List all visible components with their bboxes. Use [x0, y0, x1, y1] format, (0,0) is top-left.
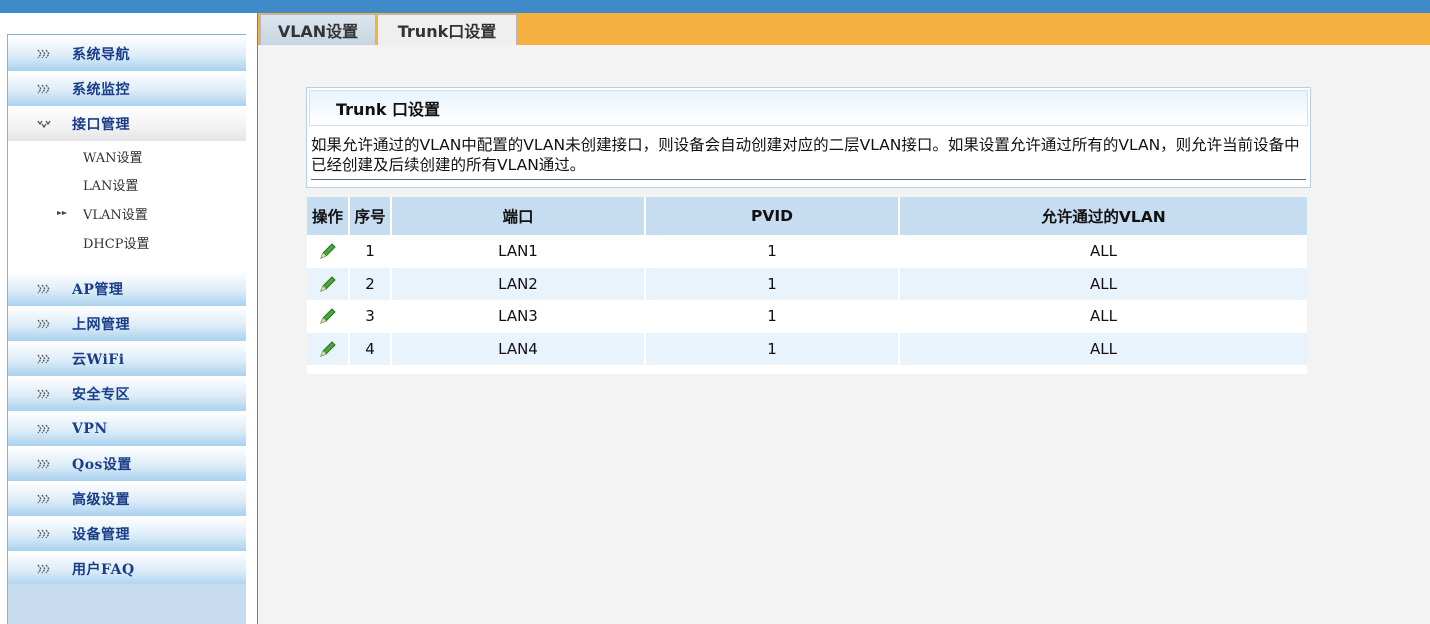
sidebar-item-ap-management[interactable]: AP管理 — [8, 272, 246, 306]
triple-chevron-right-icon — [8, 459, 72, 469]
cell-pvid: 1 — [644, 267, 899, 300]
sidebar-item-cloud-wifi[interactable]: 云WiFi — [8, 342, 246, 376]
sidebar-subitem-label: WAN设置 — [83, 150, 143, 166]
cell-port: LAN2 — [390, 267, 645, 300]
sidebar-item-label: VPN — [72, 421, 108, 437]
column-header-pvid: PVID — [644, 197, 899, 235]
column-header-port: 端口 — [390, 197, 645, 235]
sidebar-item-label: 设备管理 — [72, 527, 130, 543]
cell-port: LAN3 — [390, 300, 645, 333]
triple-chevron-right-icon — [8, 424, 72, 434]
cell-port: LAN1 — [390, 235, 645, 268]
sidebar-item-label: 系统导航 — [72, 47, 130, 63]
cell-pvid: 1 — [644, 235, 899, 268]
cell-index: 1 — [348, 235, 391, 268]
triple-chevron-right-icon — [8, 319, 72, 329]
sidebar-item-label: 云WiFi — [72, 352, 125, 368]
panel-title: Trunk 口设置 — [309, 90, 1308, 126]
triple-chevron-right-icon — [8, 494, 72, 504]
sidebar-subitem-dhcp[interactable]: DHCP设置 — [8, 230, 246, 254]
top-bar — [0, 0, 1430, 13]
sidebar-item-internet-management[interactable]: 上网管理 — [8, 307, 246, 341]
selected-arrow-icon — [8, 210, 83, 216]
sidebar-subitem-lan[interactable]: LAN设置 — [8, 172, 246, 196]
sidebar-item-label: 用户FAQ — [72, 562, 135, 578]
sidebar-item-label: 上网管理 — [72, 317, 130, 333]
panel-description: 如果允许通过的VLAN中配置的VLAN未创建接口，则设备会自动创建对应的二层VL… — [311, 136, 1300, 174]
cell-index: 4 — [348, 332, 391, 365]
triple-chevron-right-icon — [8, 49, 72, 59]
column-header-action: 操作 — [307, 197, 349, 235]
table-row: 1 LAN1 1 ALL — [307, 235, 1307, 268]
divider — [311, 179, 1306, 180]
sidebar-subitem-vlan[interactable]: VLAN设置 — [8, 201, 246, 225]
sidebar-item-system-nav[interactable]: 系统导航 — [8, 37, 246, 71]
pencil-edit-icon[interactable] — [318, 306, 338, 326]
sidebar-item-label: AP管理 — [72, 282, 124, 298]
column-header-allowed-vlan: 允许通过的VLAN — [898, 197, 1307, 235]
cell-port: LAN4 — [390, 332, 645, 365]
triple-chevron-right-icon — [8, 389, 72, 399]
tab-vlan-settings[interactable]: VLAN设置 — [260, 14, 376, 45]
triple-chevron-right-icon — [8, 84, 72, 94]
sidebar-subitem-label: VLAN设置 — [83, 207, 148, 223]
sidebar-item-label: 接口管理 — [72, 117, 130, 133]
cell-index: 2 — [348, 267, 391, 300]
pencil-edit-icon[interactable] — [318, 274, 338, 294]
pencil-edit-icon[interactable] — [318, 241, 338, 261]
pencil-edit-icon[interactable] — [318, 339, 338, 359]
sidebar-item-system-monitor[interactable]: 系统监控 — [8, 72, 246, 106]
cell-allowed-vlan: ALL — [898, 267, 1307, 300]
triple-chevron-right-icon — [8, 564, 72, 574]
table-header-row: 操作 序号 端口 PVID 允许通过的VLAN — [307, 197, 1307, 235]
sidebar-item-user-faq[interactable]: 用户FAQ — [8, 552, 246, 586]
triple-chevron-right-icon — [8, 529, 72, 539]
trunk-port-table: 操作 序号 端口 PVID 允许通过的VLAN 1 LAN1 1 ALL 2 L… — [307, 197, 1307, 374]
table-row: 3 LAN3 1 ALL — [307, 300, 1307, 333]
cell-allowed-vlan: ALL — [898, 300, 1307, 333]
sidebar-subitem-label: DHCP设置 — [83, 236, 150, 252]
sidebar-item-label: 系统监控 — [72, 82, 130, 98]
table-row: 4 LAN4 1 ALL — [307, 332, 1307, 365]
cell-allowed-vlan: ALL — [898, 332, 1307, 365]
sidebar-item-qos[interactable]: Qos设置 — [8, 447, 246, 481]
sidebar-item-device-management[interactable]: 设备管理 — [8, 517, 246, 551]
cell-index: 3 — [348, 300, 391, 333]
cell-allowed-vlan: ALL — [898, 235, 1307, 268]
sidebar-item-vpn[interactable]: VPN — [8, 412, 246, 446]
sidebar-footer — [8, 584, 246, 624]
sidebar-subitem-wan[interactable]: WAN设置 — [8, 144, 246, 168]
triple-chevron-right-icon — [8, 284, 72, 294]
sidebar-item-security-zone[interactable]: 安全专区 — [8, 377, 246, 411]
tab-trunk-settings[interactable]: Trunk口设置 — [377, 14, 517, 45]
table-row: 2 LAN2 1 ALL — [307, 267, 1307, 300]
sidebar-item-label: Qos设置 — [72, 457, 132, 473]
sidebar-item-label: 安全专区 — [72, 387, 130, 403]
cell-pvid: 1 — [644, 300, 899, 333]
triple-chevron-right-icon — [8, 354, 72, 364]
sidebar-subitem-label: LAN设置 — [83, 178, 139, 194]
sidebar-item-advanced-settings[interactable]: 高级设置 — [8, 482, 246, 516]
sidebar-item-label: 高级设置 — [72, 492, 130, 508]
column-header-index: 序号 — [348, 197, 391, 235]
tab-bar: VLAN设置 Trunk口设置 — [258, 13, 1430, 45]
sidebar-item-interface-management[interactable]: 接口管理 — [8, 107, 246, 141]
cell-pvid: 1 — [644, 332, 899, 365]
triple-chevron-down-icon — [8, 119, 72, 129]
trunk-info-panel: Trunk 口设置 如果允许通过的VLAN中配置的VLAN未创建接口，则设备会自… — [306, 87, 1311, 188]
